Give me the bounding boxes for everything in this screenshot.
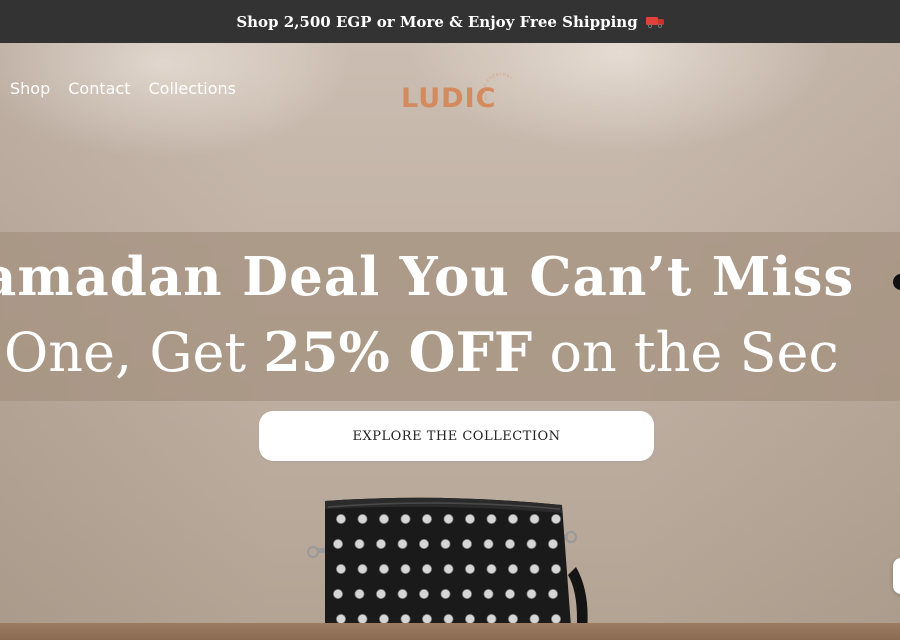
chat-widget-tab[interactable] — [893, 558, 900, 594]
nav-item-contact[interactable]: Contact — [68, 79, 130, 98]
announcement-text: Shop 2,500 EGP or More & Enjoy Free Ship… — [236, 12, 638, 31]
delivery-truck-icon — [645, 16, 664, 28]
product-image[interactable] — [300, 495, 600, 640]
promo-subline: One, Get 25% OFF on the Sec — [4, 320, 839, 384]
crescent-moon-icon — [893, 274, 900, 290]
hero-section: Shop Contact Collections LUDIC GLOW EVER… — [0, 43, 900, 640]
promo-headline: amadan Deal You Can’t Miss — [0, 246, 855, 308]
promo-subline-start: One, Get — [4, 321, 264, 384]
announcement-bar: Shop 2,500 EGP or More & Enjoy Free Ship… — [0, 0, 900, 43]
explore-collection-button[interactable]: EXPLORE THE COLLECTION — [259, 411, 654, 461]
brand-logo[interactable]: LUDIC GLOW EVERYDAY — [398, 69, 518, 119]
main-nav: Shop Contact Collections — [10, 79, 236, 98]
logo-wordmark: LUDIC — [401, 83, 497, 114]
logo-tagline-arc: GLOW EVERYDAY — [484, 72, 514, 101]
promo-banner: amadan Deal You Can’t Miss One, Get 25% … — [0, 232, 900, 401]
svg-text:GLOW EVERYDAY: GLOW EVERYDAY — [484, 72, 514, 101]
promo-subline-end: on the Sec — [532, 321, 839, 384]
promo-discount: 25% OFF — [263, 320, 533, 384]
floor — [0, 623, 900, 640]
nav-item-collections[interactable]: Collections — [149, 79, 236, 98]
nav-item-shop[interactable]: Shop — [10, 79, 50, 98]
